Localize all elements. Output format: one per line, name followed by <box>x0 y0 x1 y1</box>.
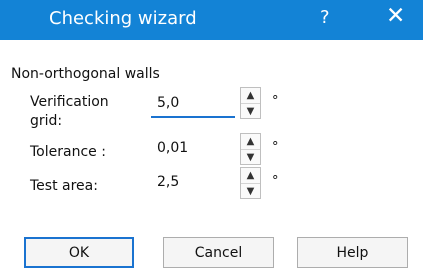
spin-up-icon[interactable]: ▲ <box>241 134 260 150</box>
test-area-label: Test area: <box>30 178 98 194</box>
test-area-spinner[interactable]: ▲ ▼ <box>240 167 261 199</box>
test-area-field[interactable] <box>151 171 235 195</box>
cancel-button[interactable]: Cancel <box>163 237 274 268</box>
tolerance-field[interactable] <box>151 137 235 161</box>
spin-down-icon[interactable]: ▼ <box>241 150 260 165</box>
spin-up-icon[interactable]: ▲ <box>241 168 260 184</box>
group-label: Non-orthogonal walls <box>11 66 160 82</box>
tolerance-label: Tolerance : <box>30 144 106 160</box>
help-question-icon[interactable]: ? <box>320 7 330 28</box>
degree-unit: ° <box>272 94 279 109</box>
window-title: Checking wizard <box>49 8 197 29</box>
verification-grid-field[interactable] <box>151 92 235 118</box>
verification-grid-label-line2: grid: <box>30 113 63 129</box>
spin-down-icon[interactable]: ▼ <box>241 184 260 199</box>
verification-grid-input[interactable] <box>151 92 227 114</box>
tolerance-input[interactable] <box>151 137 227 159</box>
spin-down-icon[interactable]: ▼ <box>241 104 260 119</box>
close-icon[interactable]: ✕ <box>386 4 405 28</box>
degree-unit: ° <box>272 174 279 189</box>
verification-grid-label-line1: Verification <box>30 94 109 110</box>
tolerance-spinner[interactable]: ▲ ▼ <box>240 133 261 165</box>
title-bar: Checking wizard ? ✕ <box>0 0 423 40</box>
ok-button[interactable]: OK <box>24 237 134 268</box>
verification-grid-spinner[interactable]: ▲ ▼ <box>240 87 261 119</box>
test-area-input[interactable] <box>151 171 227 193</box>
spin-up-icon[interactable]: ▲ <box>241 88 260 104</box>
help-button[interactable]: Help <box>297 237 408 268</box>
verification-grid-label: Verification grid: <box>30 93 109 131</box>
degree-unit: ° <box>272 140 279 155</box>
